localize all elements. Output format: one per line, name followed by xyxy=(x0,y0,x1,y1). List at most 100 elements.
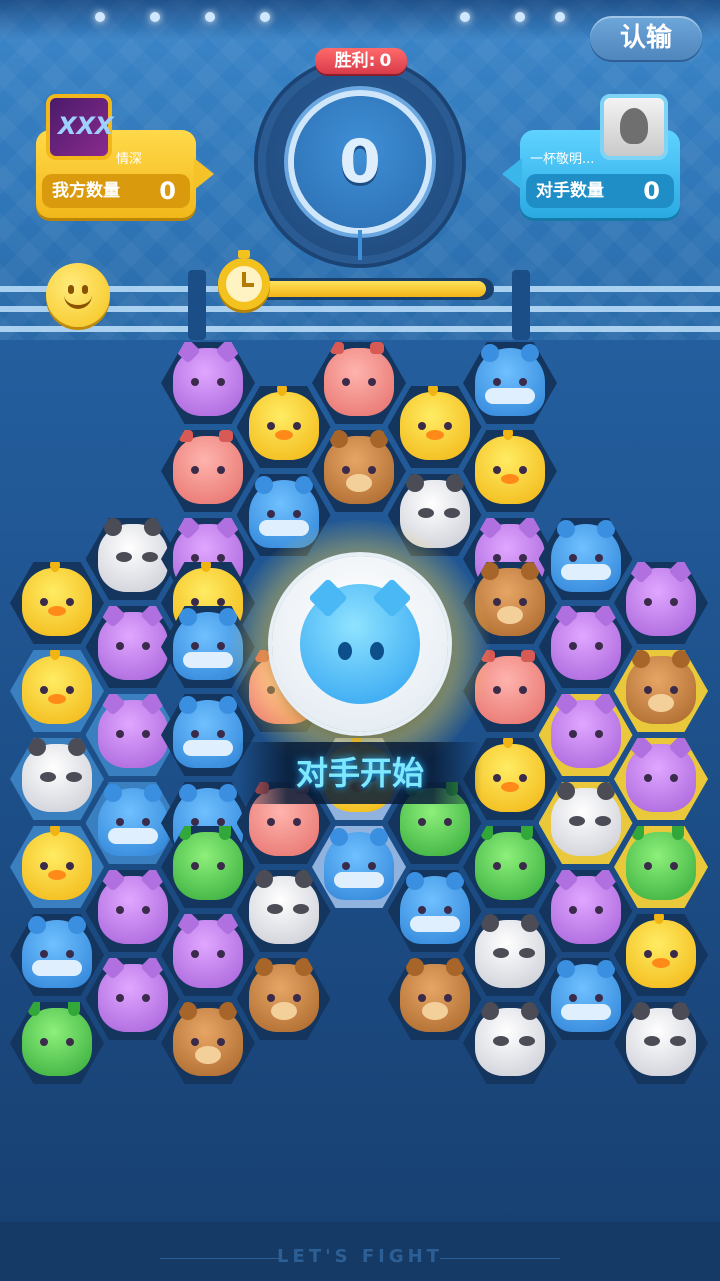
piece-ear xyxy=(445,474,464,492)
cat-piece-icon xyxy=(97,870,168,944)
piece-ear xyxy=(139,694,166,716)
board-cell[interactable] xyxy=(538,694,633,776)
board-cell[interactable] xyxy=(312,430,406,512)
piece-eye xyxy=(594,642,603,650)
board-cell[interactable] xyxy=(614,1002,708,1084)
piece-eye xyxy=(115,906,124,914)
piece-eye xyxy=(217,642,225,650)
piece-eye xyxy=(217,598,225,606)
piece-eye xyxy=(66,862,74,870)
panda-piece-icon xyxy=(550,782,621,856)
board-cell[interactable] xyxy=(463,342,557,424)
piece-eye xyxy=(40,686,48,694)
board-cell[interactable] xyxy=(387,870,482,952)
piece-eye xyxy=(40,950,48,958)
board-cell[interactable] xyxy=(161,342,255,424)
board-cell[interactable] xyxy=(614,650,708,732)
piece-eye xyxy=(519,1036,535,1046)
board-cell[interactable] xyxy=(538,870,633,952)
board-cell[interactable] xyxy=(614,914,708,996)
piece-ear xyxy=(556,782,575,800)
my-avatar[interactable]: XXX xyxy=(46,94,114,160)
piece-ear xyxy=(179,784,197,802)
timer-fill xyxy=(235,281,486,297)
fish-piece-icon xyxy=(399,872,470,944)
board-cell[interactable] xyxy=(312,342,406,424)
piece-band xyxy=(32,960,82,976)
piece-ear xyxy=(254,476,273,494)
board-cell[interactable] xyxy=(10,650,104,732)
board-cell[interactable] xyxy=(10,1002,104,1084)
timer-bar xyxy=(232,278,494,300)
board-cell[interactable] xyxy=(236,958,331,1040)
chick-piece-icon xyxy=(22,650,92,724)
frog-piece-icon xyxy=(173,826,243,900)
board-cell[interactable] xyxy=(463,430,557,512)
piece-eye xyxy=(191,598,199,606)
piece-ear xyxy=(219,696,237,714)
piece-beak xyxy=(652,958,670,968)
piece-band xyxy=(334,872,384,888)
piece-eye xyxy=(66,1038,74,1046)
piece-eye xyxy=(493,466,501,474)
light-icon xyxy=(260,12,270,22)
opponent-avatar[interactable] xyxy=(600,94,668,160)
board-cell[interactable] xyxy=(614,826,708,908)
piece-snout xyxy=(497,606,523,624)
piece-ear xyxy=(179,696,197,714)
piece-eye xyxy=(141,818,150,826)
piece-eye xyxy=(292,904,309,914)
board-cell[interactable] xyxy=(236,386,331,468)
piece-eye xyxy=(217,1038,225,1046)
board-cell[interactable] xyxy=(463,914,557,996)
board-cell[interactable] xyxy=(538,958,633,1040)
board-cell[interactable] xyxy=(614,562,708,644)
board-cell[interactable] xyxy=(614,738,708,820)
chick-piece-icon xyxy=(475,738,545,812)
emoji-button[interactable] xyxy=(46,263,110,327)
board-cell[interactable] xyxy=(161,430,255,512)
board-cell[interactable] xyxy=(161,914,255,996)
board-cell[interactable] xyxy=(85,958,180,1040)
piece-eye xyxy=(191,554,199,562)
board-cell[interactable] xyxy=(10,562,104,644)
piece-beak xyxy=(48,606,66,616)
board-cell[interactable] xyxy=(10,738,104,820)
board-cell[interactable] xyxy=(312,826,406,908)
board-cell[interactable] xyxy=(10,914,104,996)
board-cell[interactable] xyxy=(161,1002,255,1084)
board-cell[interactable] xyxy=(538,606,633,688)
board-cell[interactable] xyxy=(538,518,633,600)
piece-ear xyxy=(330,828,348,846)
piece-ear xyxy=(632,650,650,668)
piece-eye xyxy=(217,818,225,826)
piece-eye xyxy=(594,816,611,826)
smiley-mouth xyxy=(64,295,92,309)
board-cell[interactable] xyxy=(10,826,104,908)
board-cell[interactable] xyxy=(236,870,331,952)
piece-eye xyxy=(417,994,426,1002)
piece-ear xyxy=(68,1002,80,1016)
piece-eye xyxy=(217,950,225,958)
board-cell[interactable] xyxy=(538,782,633,864)
chick-piece-icon xyxy=(248,386,319,460)
piece-snout xyxy=(421,1002,448,1020)
surrender-button[interactable]: 认输 xyxy=(590,16,702,60)
piece-ear xyxy=(175,342,201,364)
board-cell[interactable] xyxy=(463,1002,557,1084)
piece-ear xyxy=(370,342,384,354)
piece-eye xyxy=(191,642,199,650)
piece-ear xyxy=(254,958,273,976)
my-count-value: 0 xyxy=(159,177,176,205)
win-count-badge: 胜利: 0 xyxy=(315,48,407,74)
board-cell[interactable] xyxy=(85,870,180,952)
person-icon xyxy=(620,108,648,144)
opponent-count-box: 对手数量 0 xyxy=(526,174,674,208)
cat-piece-icon xyxy=(550,606,621,680)
piece-eye xyxy=(66,686,74,694)
piece-ear xyxy=(219,784,237,802)
board-cell[interactable] xyxy=(387,386,482,468)
piece-eye xyxy=(191,862,199,870)
board-cell[interactable] xyxy=(463,826,557,908)
board-cell[interactable] xyxy=(387,958,482,1040)
